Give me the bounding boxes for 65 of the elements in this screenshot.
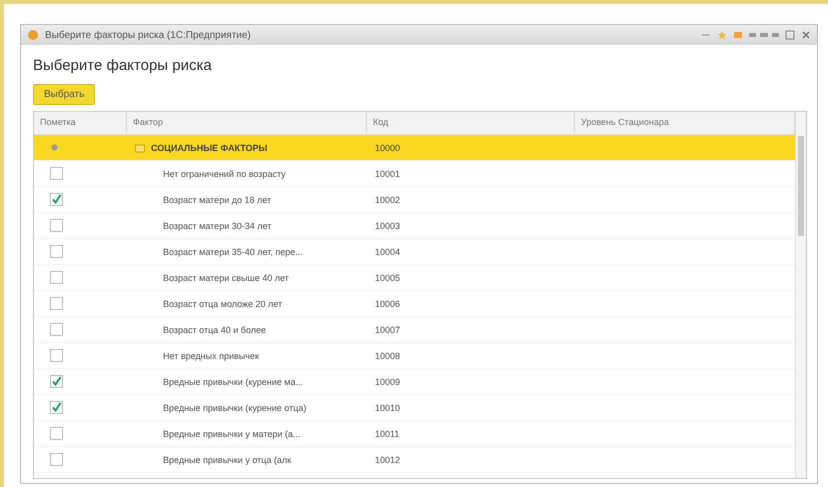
factor-cell: Вредные привычки у отца (алк: [163, 454, 292, 464]
table-row[interactable]: Возраст матери 30-34 лет 10003: [34, 213, 795, 239]
code-cell: 10003: [375, 220, 400, 230]
checkbox[interactable]: [50, 219, 63, 232]
code-cell: 10000: [375, 142, 400, 152]
scrollbar[interactable]: [795, 112, 806, 478]
code-cell: 10005: [375, 272, 400, 282]
factor-cell: Возраст матери 30-34 лет: [163, 220, 272, 230]
checkbox[interactable]: [50, 349, 63, 362]
code-cell: 10009: [375, 376, 400, 386]
checkbox[interactable]: [50, 297, 63, 310]
code-cell: 10002: [375, 194, 400, 204]
table-row[interactable]: Возраст матери до 18 лет 10002: [34, 187, 795, 213]
code-cell: 10006: [375, 298, 400, 308]
factor-cell: Возраст матери свыше 40 лет: [163, 272, 289, 282]
window-title: Выберите факторы риска (1С:Предприятие): [45, 30, 251, 40]
column-header[interactable]: Пометка: [34, 112, 127, 134]
form-heading: Выберите факторы риска: [33, 57, 213, 74]
factor-cell: Вредные привычки (курение отца): [163, 402, 306, 412]
code-cell: 10011: [375, 428, 400, 438]
star-icon[interactable]: [717, 30, 727, 40]
code-cell: 10008: [375, 350, 400, 360]
code-cell: 10004: [375, 246, 400, 256]
checkbox[interactable]: [50, 323, 63, 336]
checkbox[interactable]: [50, 245, 63, 258]
maximize-icon[interactable]: [785, 30, 795, 40]
code-cell: 10012: [375, 454, 400, 464]
checkbox[interactable]: [50, 193, 63, 206]
factor-cell: Нет ограничений по возрасту: [163, 168, 286, 178]
table-row[interactable]: Вредные привычки (курение отца) 10010: [34, 395, 795, 421]
table-row[interactable]: Нет ограничений по возрасту 10001: [34, 161, 795, 187]
factor-cell: Возраст матери до 18 лет: [163, 194, 272, 204]
table-row[interactable]: Нет вредных привычек 10008: [34, 343, 795, 369]
factor-cell: Возраст матери 35-40 лет, пере...: [163, 246, 303, 256]
group-marker-icon: [50, 143, 59, 152]
factor-cell: Вредные привычки у матери (а...: [163, 428, 300, 438]
table-row[interactable]: Возраст матери 35-40 лет, пере... 10004: [34, 239, 795, 265]
table-row[interactable]: Вредные привычки у матери (а... 10011: [34, 421, 795, 447]
factor-cell: Нет вредных привычек: [163, 350, 259, 360]
code-cell: 10007: [375, 324, 400, 334]
app-icon: [27, 29, 39, 41]
close-icon[interactable]: [801, 30, 811, 40]
table-row[interactable]: Возраст матери свыше 40 лет 10005: [34, 265, 795, 291]
table-row[interactable]: Вредные привычки (курение ма... 10009: [34, 369, 795, 395]
checkbox[interactable]: [50, 271, 63, 284]
column-header[interactable]: Фактор: [127, 112, 367, 134]
factor-cell: СОЦИАЛЬНЫЕ ФАКТОРЫ: [151, 142, 268, 152]
factor-cell: Вредные привычки (курение ма...: [163, 376, 303, 386]
table-row[interactable]: Вредные привычки у отца (алк 10012: [34, 447, 795, 473]
code-cell: 10001: [375, 168, 400, 178]
checkbox[interactable]: [50, 167, 63, 180]
column-header[interactable]: Код: [367, 112, 575, 134]
table-row[interactable]: Возраст отца 40 и более 10007: [34, 317, 795, 343]
table-row[interactable]: СОЦИАЛЬНЫЕ ФАКТОРЫ 10000: [34, 135, 795, 161]
checkbox[interactable]: [50, 427, 63, 440]
factor-cell: Возраст отца 40 и более: [163, 324, 266, 334]
checkbox[interactable]: [50, 375, 63, 388]
checkbox[interactable]: [50, 453, 63, 466]
factor-cell: Возраст отца моложе 20 лет: [163, 298, 282, 308]
code-cell: 10010: [375, 402, 400, 412]
checkbox[interactable]: [50, 401, 63, 414]
scroll-thumb[interactable]: [798, 136, 804, 236]
select-button[interactable]: Выбрать: [33, 84, 96, 105]
table-row[interactable]: Возраст отца моложе 20 лет 10006: [34, 291, 795, 317]
folder-icon: [135, 142, 145, 152]
